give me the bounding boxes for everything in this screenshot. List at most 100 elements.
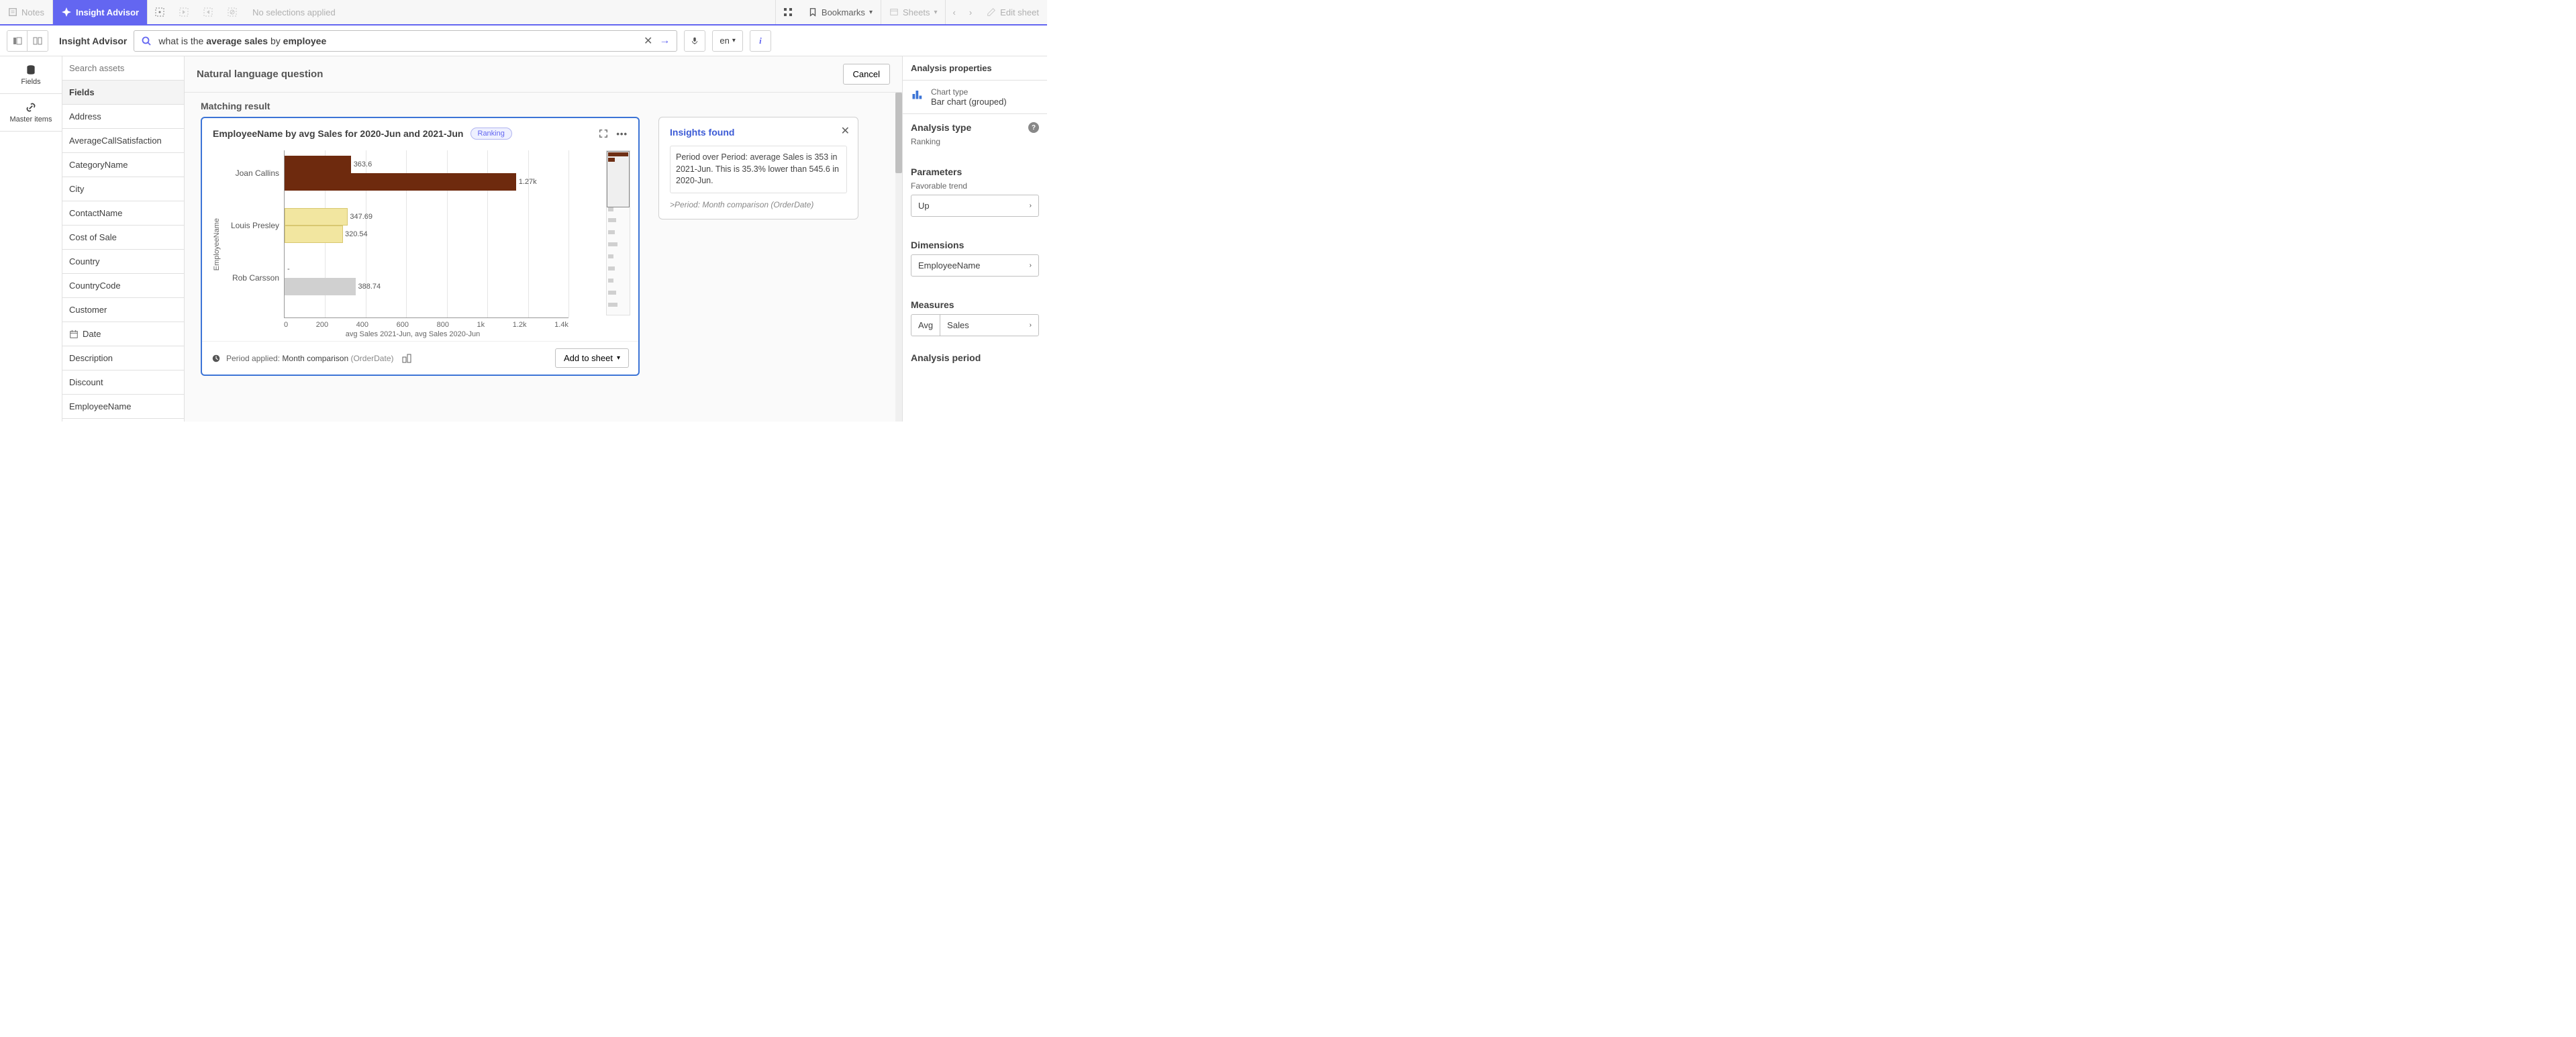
x-tick: 1.2k	[513, 321, 527, 329]
measure-selector[interactable]: Avg Sales›	[911, 314, 1039, 336]
chart-card-footer: Period applied: Month comparison (OrderD…	[202, 341, 638, 375]
next-sheet-button[interactable]: ›	[962, 0, 979, 24]
cancel-button[interactable]: Cancel	[843, 64, 890, 85]
sheets-button[interactable]: Sheets ▾	[881, 0, 946, 24]
expand-button[interactable]	[599, 129, 608, 139]
view-list-button[interactable]	[7, 31, 28, 51]
smart-select-button[interactable]	[148, 0, 172, 24]
chart-minimap[interactable]	[606, 150, 630, 315]
grid-button[interactable]	[775, 0, 800, 24]
pencil-icon	[987, 7, 996, 17]
edit-sheet-label: Edit sheet	[1000, 7, 1039, 17]
view-toggle	[7, 30, 48, 52]
help-icon[interactable]: ?	[1028, 122, 1039, 133]
close-insights-button[interactable]: ✕	[841, 124, 850, 138]
notes-button[interactable]: Notes	[0, 0, 53, 24]
step-back-button[interactable]	[172, 0, 196, 24]
chevron-right-icon: ›	[1030, 262, 1032, 269]
field-item[interactable]: Customer	[62, 298, 184, 322]
bar-value-label: 388.74	[356, 283, 381, 291]
field-item[interactable]: EmployeeName	[62, 395, 184, 419]
clear-search-button[interactable]: ✕	[644, 34, 652, 48]
x-tick: 200	[316, 321, 328, 329]
x-tick: 1.4k	[554, 321, 568, 329]
bar-value-label: 320.54	[342, 230, 368, 238]
field-list[interactable]: AddressAverageCallSatisfactionCategoryNa…	[62, 105, 184, 422]
language-selector[interactable]: en ▾	[712, 30, 743, 52]
edit-sheet-button[interactable]: Edit sheet	[979, 0, 1047, 24]
bookmarks-label: Bookmarks	[822, 7, 865, 17]
content-scrollbar[interactable]	[895, 93, 902, 422]
view-grid-button[interactable]	[28, 31, 48, 51]
rp-parameters-section: Parameters Favorable trend Up›	[903, 158, 1047, 232]
measure-agg[interactable]: Avg	[911, 315, 940, 336]
insights-note: >Period: Month comparison (OrderDate)	[670, 200, 847, 209]
bookmarks-button[interactable]: Bookmarks ▾	[800, 0, 881, 24]
search-bar[interactable]: what is the average sales by employee ✕ …	[134, 30, 677, 52]
assets-search[interactable]	[62, 56, 184, 81]
rp-header: Analysis properties	[903, 56, 1047, 81]
top-toolbar: Notes Insight Advisor No selections appl…	[0, 0, 1047, 26]
favorable-trend-selector[interactable]: Up›	[911, 195, 1039, 217]
nav-master-items[interactable]: Master items	[0, 94, 62, 132]
assets-search-input[interactable]	[69, 63, 177, 73]
subbar-title: Insight Advisor	[59, 36, 127, 46]
bar[interactable]: 363.6	[285, 156, 351, 173]
step-forward-button[interactable]	[196, 0, 220, 24]
y-axis-label: EmployeeName	[210, 218, 224, 270]
more-button[interactable]: •••	[616, 129, 628, 139]
field-item[interactable]: Cost of Sale	[62, 226, 184, 250]
field-item[interactable]: Address	[62, 105, 184, 129]
rp-chart-type: Chart type Bar chart (grouped)	[903, 81, 1047, 114]
chevron-right-icon: ›	[1030, 202, 1032, 209]
field-item[interactable]: Country	[62, 250, 184, 274]
rp-dimensions-section: Dimensions EmployeeName›	[903, 232, 1047, 291]
expand-icon	[599, 129, 608, 138]
sheets-icon	[889, 7, 899, 17]
info-icon: i	[759, 36, 762, 46]
add-to-sheet-label: Add to sheet	[564, 353, 613, 363]
voice-button[interactable]	[684, 30, 705, 52]
category-label: Joan Callins	[236, 168, 285, 178]
minimap-viewport[interactable]	[607, 151, 630, 207]
info-button[interactable]: i	[750, 30, 771, 52]
submit-search-button[interactable]: →	[659, 35, 670, 47]
prev-sheet-button[interactable]: ‹	[946, 0, 962, 24]
assets-header: Fields	[62, 81, 184, 105]
field-item[interactable]: AverageCallSatisfaction	[62, 129, 184, 153]
measure-field-seg[interactable]: Sales›	[940, 315, 1038, 336]
nav-fields[interactable]: Fields	[0, 56, 62, 94]
field-item[interactable]: CountryCode	[62, 274, 184, 298]
chevron-down-icon: ▾	[869, 9, 873, 16]
step-back-icon	[179, 7, 189, 17]
insight-advisor-button[interactable]: Insight Advisor	[53, 0, 148, 24]
category-label: Louis Presley	[231, 221, 285, 230]
dimension-selector[interactable]: EmployeeName›	[911, 254, 1039, 277]
bar[interactable]: 347.69	[285, 208, 348, 226]
bar[interactable]: 388.74	[285, 278, 356, 295]
no-selections-text: No selections applied	[252, 7, 336, 17]
bar-value-label: 347.69	[347, 213, 373, 221]
field-item[interactable]: CategoryName	[62, 153, 184, 177]
field-item[interactable]: City	[62, 177, 184, 201]
rp-measures-title: Measures	[911, 299, 1039, 310]
rp-measures-section: Measures Avg Sales›	[903, 291, 1047, 344]
plot[interactable]: Joan Callins363.61.27kLouis Presley347.6…	[284, 150, 568, 318]
rp-chart-type-text: Chart type Bar chart (grouped)	[931, 87, 1007, 107]
field-item[interactable]: ContactName	[62, 201, 184, 226]
nav-fields-label: Fields	[21, 78, 40, 86]
bar[interactable]: 1.27k	[285, 173, 516, 191]
field-item[interactable]: Date	[62, 322, 184, 346]
layout-button[interactable]	[399, 350, 415, 366]
field-item[interactable]: Discount	[62, 371, 184, 395]
rp-analysis-period-section: Analysis period	[903, 344, 1047, 375]
add-to-sheet-button[interactable]: Add to sheet ▾	[555, 348, 629, 368]
panel-split-icon	[32, 36, 43, 46]
bar[interactable]: 320.54	[285, 226, 343, 243]
panel-left-icon	[12, 36, 23, 46]
field-item[interactable]: Description	[62, 346, 184, 371]
rp-analysis-type-value: Ranking	[911, 137, 1039, 146]
clear-selections-button[interactable]	[220, 0, 244, 24]
calendar-icon	[69, 330, 79, 339]
insight-advisor-label: Insight Advisor	[76, 7, 139, 17]
